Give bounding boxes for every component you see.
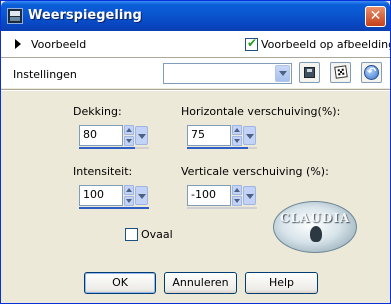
cancel-button[interactable]: Annuleren (164, 272, 237, 294)
intensity-spinbox[interactable]: 100 (79, 185, 149, 209)
opacity-label: Dekking: (73, 105, 122, 118)
oval-label[interactable]: Ovaal (141, 228, 173, 241)
decrement-arrow-icon[interactable] (232, 136, 242, 146)
horizontal-offset-label: Horizontale verschuiving(%): (181, 105, 341, 118)
vertical-offset-input[interactable]: -100 (187, 185, 231, 206)
opacity-spinbox[interactable]: 80 (79, 125, 149, 149)
increment-arrow-icon[interactable] (232, 185, 242, 195)
opacity-slider[interactable] (79, 147, 149, 149)
decrement-arrow-icon[interactable] (232, 196, 242, 206)
chevron-down-icon[interactable] (135, 126, 148, 145)
slider-fill (187, 147, 248, 149)
chevron-down-icon[interactable] (135, 186, 148, 205)
increment-arrow-icon[interactable] (124, 125, 134, 135)
checkmark-icon: ✔ (247, 36, 258, 50)
oval-checkbox[interactable] (125, 228, 138, 241)
chevron-down-icon[interactable] (243, 186, 256, 205)
slider-fill (79, 207, 149, 209)
title-bar[interactable]: Weerspiegeling ✕ (1, 1, 390, 31)
reset-button[interactable] (361, 62, 382, 83)
randomize-button[interactable] (330, 62, 351, 83)
reset-icon (364, 65, 379, 80)
floppy-disk-icon (304, 67, 315, 78)
vertical-offset-label: Verticale verschuiving (%): (181, 165, 329, 178)
help-button[interactable]: Help (245, 272, 318, 294)
settings-label: Instellingen (13, 68, 77, 81)
window-title: Weerspiegeling (28, 8, 142, 23)
horizontal-offset-spinbox[interactable]: 75 (187, 125, 257, 149)
preview-toggle-label[interactable]: Voorbeeld (31, 38, 86, 51)
horizontal-offset-slider[interactable] (187, 147, 257, 149)
intensity-slider[interactable] (79, 207, 149, 209)
vertical-offset-slider[interactable] (187, 207, 257, 209)
vertical-offset-spinbox[interactable]: -100 (187, 185, 257, 209)
chevron-down-icon[interactable] (275, 65, 290, 82)
expand-triangle-icon[interactable] (15, 39, 21, 49)
preview-on-image-label[interactable]: Voorbeeld op afbeelding (261, 38, 390, 51)
opacity-input[interactable]: 80 (79, 125, 123, 146)
chevron-down-icon[interactable] (243, 126, 256, 145)
intensity-input[interactable]: 100 (79, 185, 123, 206)
weerspiegeling-dialog: Weerspiegeling ✕ Voorbeeld ✔ Voorbeeld o… (0, 0, 391, 304)
preset-dropdown[interactable] (163, 63, 292, 84)
cat-icon (310, 226, 322, 242)
claudia-watermark-logo: CLAUDIA (273, 201, 357, 253)
decrement-arrow-icon[interactable] (124, 136, 134, 146)
horizontal-offset-input[interactable]: 75 (187, 125, 231, 146)
intensity-label: Intensiteit: (73, 165, 133, 178)
watermark-text: CLAUDIA (279, 211, 351, 225)
divider-highlight (1, 90, 390, 91)
dice-icon (334, 65, 348, 79)
increment-arrow-icon[interactable] (232, 125, 242, 135)
app-icon[interactable] (7, 8, 23, 24)
increment-arrow-icon[interactable] (124, 185, 134, 195)
save-preset-button[interactable] (299, 62, 320, 83)
slider-fill (79, 147, 135, 149)
ok-button[interactable]: OK (84, 272, 156, 294)
decrement-arrow-icon[interactable] (124, 196, 134, 206)
preview-on-image-checkbox[interactable]: ✔ (245, 36, 258, 51)
close-button[interactable]: ✕ (365, 6, 386, 27)
